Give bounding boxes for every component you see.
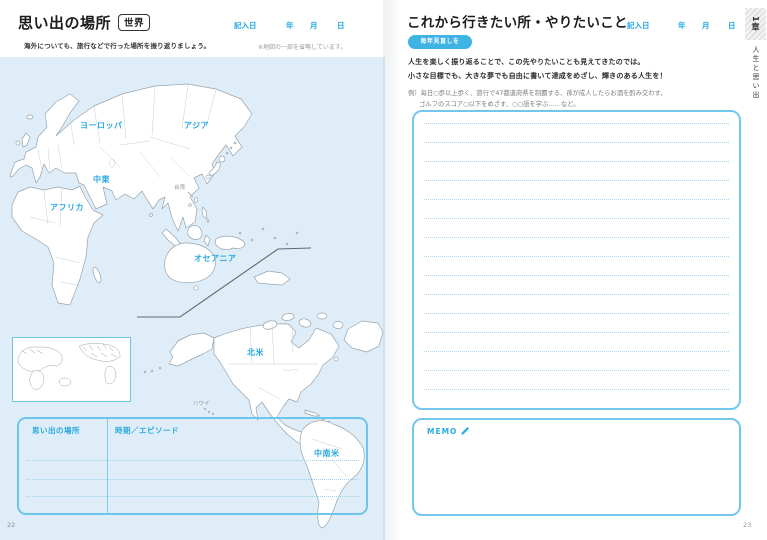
- date-month-label[interactable]: 月: [702, 20, 710, 31]
- chapter-tab[interactable]: 1章: [745, 8, 766, 40]
- table-row-divider: [26, 460, 359, 461]
- right-page-title: これから行きたい所・やりたいこと: [407, 11, 628, 31]
- world-map-panel: ヨーロッパ アジア 中東 アフリカ オセアニア 北米 中南米 ハワイ 台湾 思い…: [0, 57, 385, 540]
- table-header-place: 思い出の場所: [32, 425, 80, 436]
- writing-line[interactable]: [424, 124, 729, 143]
- example-line-2: ゴルフのスコア○以下をめざす、○○語を学ぶ……など。: [419, 99, 749, 108]
- left-page-title: 思い出の場所世界: [18, 12, 150, 33]
- wish-list-writing-area[interactable]: [412, 110, 741, 410]
- inset-world-map: [12, 337, 131, 402]
- table-row-divider: [26, 496, 359, 497]
- map-omission-note: ※地図の一部を省略しています。: [258, 42, 346, 51]
- writing-line[interactable]: [424, 181, 729, 200]
- writing-line[interactable]: [424, 295, 729, 314]
- writing-line[interactable]: [424, 352, 729, 371]
- page-number-left: 22: [7, 521, 15, 529]
- memo-box[interactable]: MEMO: [412, 418, 741, 516]
- date-entry-label: 記入日: [627, 20, 650, 31]
- memory-table[interactable]: 思い出の場所 時期／エピソード: [17, 417, 368, 515]
- map-label-oceania: オセアニア: [194, 253, 236, 264]
- date-entry-label: 記入日: [234, 20, 257, 31]
- table-row-divider: [26, 479, 359, 480]
- intro-line-1: 人生を楽しく振り返ることで、この先やりたいことも見えてきたのでは。: [408, 57, 738, 67]
- table-column-divider: [107, 419, 108, 513]
- pencil-icon: [460, 426, 470, 436]
- date-day-label[interactable]: 日: [337, 20, 345, 31]
- writing-line[interactable]: [424, 314, 729, 333]
- review-badge: 毎年見直しを: [408, 35, 472, 49]
- page-number-right: 23: [743, 521, 751, 529]
- chapter-number: 1章: [750, 16, 761, 32]
- intro-line-2: 小さな目標でも、大きな夢でも自由に書いて達成をめざし、輝きのある人生を！: [408, 71, 738, 81]
- table-header-episode: 時期／エピソード: [115, 425, 179, 436]
- date-day-label[interactable]: 日: [728, 20, 736, 31]
- map-label-middle-east: 中東: [93, 174, 110, 185]
- book-spine: [383, 0, 401, 540]
- map-label-hawaii: ハワイ: [193, 399, 210, 407]
- chapter-title-vertical: 人生と思い出: [751, 46, 761, 100]
- date-month-label[interactable]: 月: [310, 20, 318, 31]
- writing-line[interactable]: [424, 238, 729, 257]
- map-label-africa: アフリカ: [50, 202, 84, 213]
- date-year-label[interactable]: 年: [286, 20, 294, 31]
- writing-line[interactable]: [424, 276, 729, 295]
- writing-line[interactable]: [424, 333, 729, 352]
- writing-line[interactable]: [424, 162, 729, 181]
- writing-line[interactable]: [424, 219, 729, 238]
- region-tag: 世界: [118, 14, 150, 31]
- memo-text: MEMO: [427, 427, 457, 436]
- writing-line[interactable]: [424, 371, 729, 390]
- example-line-1: 例）毎日○歩以上歩く、旅行で47都道府県を制覇する、孫が成人したらお酒を酌み交わ…: [408, 88, 738, 97]
- writing-line[interactable]: [424, 257, 729, 276]
- writing-line[interactable]: [424, 200, 729, 219]
- map-label-taiwan: 台湾: [174, 183, 185, 191]
- date-year-label[interactable]: 年: [678, 20, 686, 31]
- map-label-europe: ヨーロッパ: [80, 120, 123, 131]
- map-label-north-america: 北米: [247, 347, 264, 358]
- left-subtitle: 海外についても、旅行などで行った場所を振り返りましょう。: [24, 40, 210, 50]
- memo-label: MEMO: [427, 426, 470, 436]
- writing-line[interactable]: [424, 112, 729, 124]
- writing-line[interactable]: [424, 143, 729, 162]
- left-title-text: 思い出の場所: [18, 14, 111, 32]
- map-label-asia: アジア: [184, 120, 209, 131]
